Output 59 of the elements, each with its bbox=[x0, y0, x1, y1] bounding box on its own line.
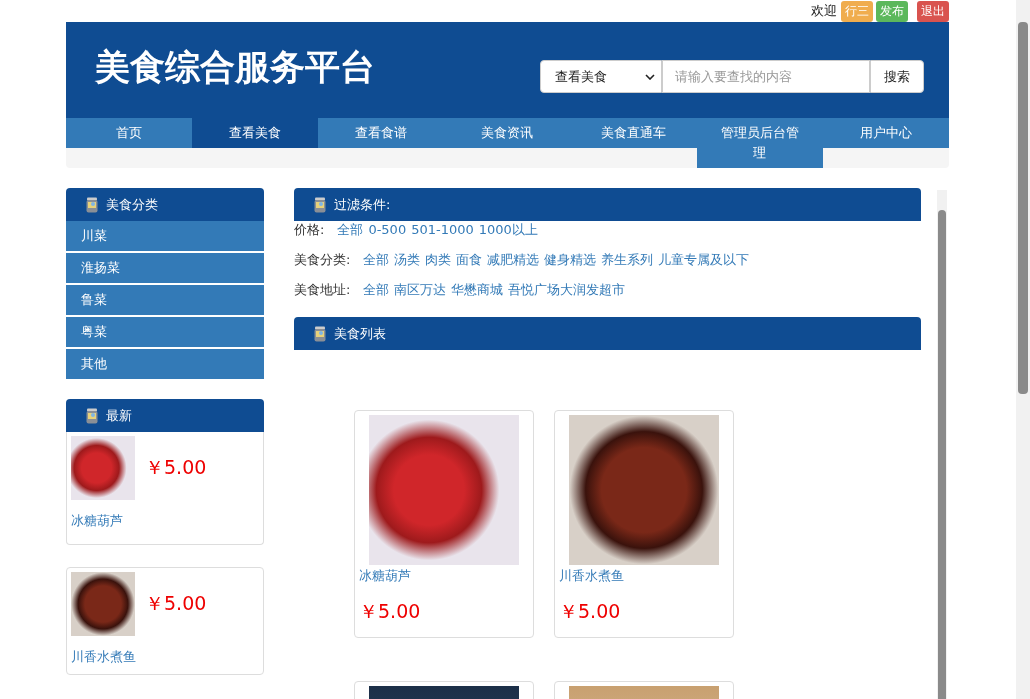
nav-tab[interactable]: 查看食谱 bbox=[318, 118, 445, 148]
filter-link[interactable]: 汤类 bbox=[394, 251, 421, 269]
filter-link[interactable]: 华懋商城 bbox=[451, 281, 504, 299]
jar-icon bbox=[86, 196, 98, 213]
jar-icon bbox=[314, 196, 326, 213]
page-scrollbar[interactable] bbox=[1016, 0, 1030, 699]
panel-title: 最新 bbox=[106, 406, 132, 425]
price-text: ￥5.00 bbox=[145, 591, 207, 616]
filter-link[interactable]: 健身精选 bbox=[544, 251, 597, 269]
food-link[interactable]: 冰糖葫芦 bbox=[71, 512, 259, 530]
price-text: ￥5.00 bbox=[559, 599, 621, 624]
filter-link[interactable]: 南区万达 bbox=[394, 281, 447, 299]
filter-label: 美食分类: bbox=[294, 251, 351, 269]
filter-link[interactable]: 肉类 bbox=[425, 251, 452, 269]
panel-title: 过滤条件: bbox=[334, 195, 391, 214]
price-text: ￥5.00 bbox=[145, 455, 207, 480]
nav-tab[interactable]: 首页 bbox=[66, 118, 193, 148]
nav-tab[interactable]: 管理员后台管理 bbox=[696, 118, 823, 168]
food-link[interactable]: 川香水煮鱼 bbox=[559, 567, 624, 585]
category-item[interactable]: 其他 bbox=[66, 349, 264, 379]
filter-link[interactable]: 全部 bbox=[363, 251, 390, 269]
food-link[interactable]: 川香水煮鱼 bbox=[71, 648, 259, 666]
filter-link[interactable]: 501-1000 bbox=[411, 221, 474, 239]
filter-link[interactable]: 面食 bbox=[456, 251, 483, 269]
category-item[interactable]: 鲁菜 bbox=[66, 285, 264, 315]
filter-link[interactable]: 吾悦广场大润发超市 bbox=[508, 281, 626, 299]
search-type-select[interactable]: 查看美食 bbox=[540, 60, 662, 93]
filter-label: 价格: bbox=[294, 221, 325, 239]
filter-link[interactable]: 全部 bbox=[363, 281, 390, 299]
filter-link[interactable]: 儿童专属及以下 bbox=[658, 251, 750, 269]
logout-button[interactable]: 退出 bbox=[917, 0, 949, 22]
jar-icon bbox=[314, 325, 326, 342]
panel-title: 美食列表 bbox=[334, 324, 386, 343]
photo-placeholder bbox=[71, 572, 135, 636]
filter-link[interactable]: 养生系列 bbox=[601, 251, 654, 269]
site-title: 美食综合服务平台 bbox=[95, 46, 375, 89]
nav-tab[interactable]: 用户中心 bbox=[822, 118, 949, 148]
filter-link[interactable]: 0-500 bbox=[368, 221, 407, 239]
nav-tab[interactable]: 美食资讯 bbox=[444, 118, 571, 148]
filter-link[interactable]: 减肥精选 bbox=[487, 251, 540, 269]
chevron-down-icon bbox=[645, 73, 655, 80]
photo-placeholder bbox=[71, 436, 135, 500]
price-text: ￥5.00 bbox=[359, 599, 421, 624]
welcome-text: 欢迎 bbox=[811, 2, 837, 20]
category-item[interactable]: 川菜 bbox=[66, 221, 264, 251]
filter-label: 美食地址: bbox=[294, 281, 351, 299]
nav-tab[interactable]: 美食直通车 bbox=[570, 118, 697, 148]
search-button[interactable]: 搜索 bbox=[870, 60, 924, 93]
filter-link[interactable]: 全部 bbox=[337, 221, 364, 239]
food-link[interactable]: 冰糖葫芦 bbox=[359, 567, 411, 585]
panel-title: 美食分类 bbox=[106, 195, 158, 214]
category-item[interactable]: 粤菜 bbox=[66, 317, 264, 347]
scrollbar[interactable] bbox=[937, 190, 947, 699]
jar-icon bbox=[86, 407, 98, 424]
category-item[interactable]: 淮扬菜 bbox=[66, 253, 264, 283]
filter-link[interactable]: 1000以上 bbox=[478, 221, 538, 239]
publish-button[interactable]: 发布 bbox=[876, 0, 908, 22]
nav-tab[interactable]: 查看美食 bbox=[192, 118, 319, 148]
search-field[interactable]: 请输入要查找的内容 bbox=[662, 60, 870, 93]
